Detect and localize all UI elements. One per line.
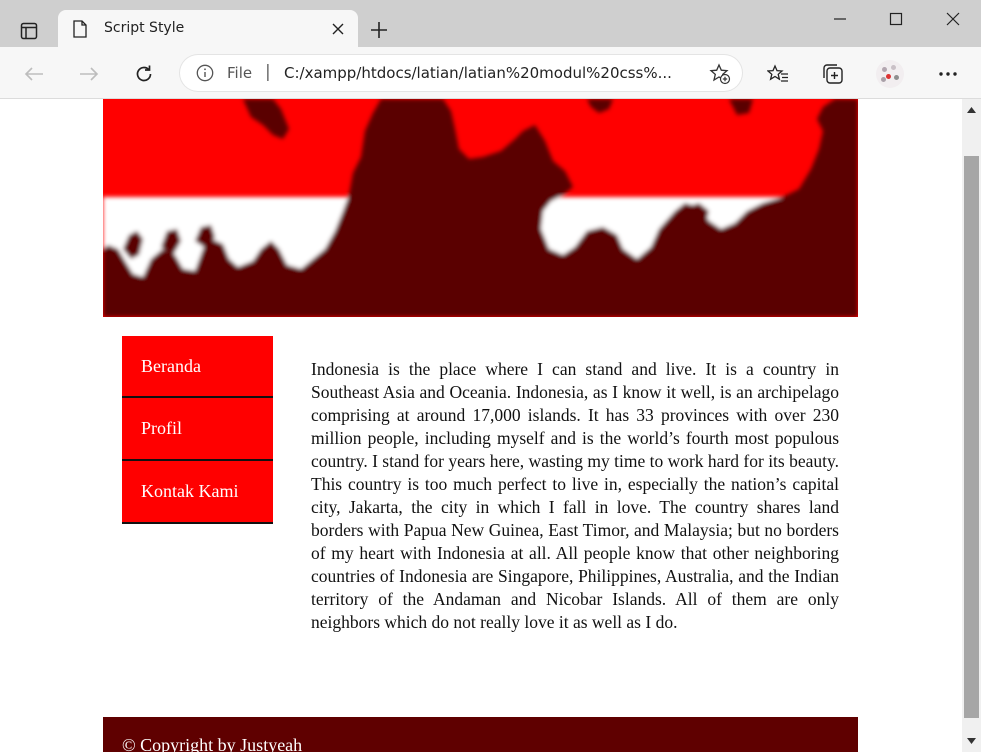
active-tab[interactable]: Script Style (58, 10, 358, 47)
menu-item-profil[interactable]: Profil (122, 398, 273, 461)
scrollbar-thumb[interactable] (964, 156, 979, 718)
tab-close-button[interactable] (328, 19, 348, 39)
favorites-button[interactable] (763, 59, 793, 89)
page-viewport: Beranda Profil Kontak Kami Indonesia is … (0, 99, 962, 752)
forward-button[interactable] (74, 59, 104, 89)
scroll-up-arrow-icon (967, 107, 976, 113)
forward-arrow-icon (80, 67, 99, 81)
more-menu-button[interactable] (933, 59, 963, 89)
minimize-icon (834, 18, 846, 20)
new-tab-button[interactable] (366, 17, 392, 43)
browser-tab-bar: Script Style (0, 0, 981, 47)
side-menu: Beranda Profil Kontak Kami (122, 336, 273, 524)
vertical-scrollbar[interactable] (962, 99, 981, 752)
refresh-button[interactable] (129, 59, 159, 89)
back-arrow-icon (24, 67, 43, 81)
tab-title: Script Style (104, 20, 185, 36)
page-icon (73, 20, 87, 38)
scroll-down-arrow-icon (967, 738, 976, 744)
plus-icon (371, 22, 387, 38)
address-bar[interactable]: File | C:/xampp/htdocs/latian/latian%20m… (180, 55, 742, 91)
window-close-icon (946, 12, 960, 26)
menu-item-beranda[interactable]: Beranda (122, 336, 273, 398)
scroll-down-button[interactable] (962, 730, 981, 752)
add-favorite-icon (709, 63, 731, 85)
address-url[interactable]: C:/xampp/htdocs/latian/latian%20modul%20… (284, 64, 694, 82)
menu-item-kontak-kami[interactable]: Kontak Kami (122, 461, 273, 524)
refresh-icon (136, 65, 152, 82)
maximize-icon (889, 12, 903, 26)
info-icon[interactable] (196, 64, 214, 82)
close-icon (332, 23, 344, 35)
address-separator: | (265, 62, 271, 82)
article-text: Indonesia is the place where I can stand… (311, 359, 839, 632)
profile-avatar (876, 60, 904, 88)
collections-icon (823, 64, 843, 84)
minimize-button[interactable] (817, 5, 863, 33)
profile-button[interactable] (875, 59, 905, 89)
footer-copyright: © Copyright by Justyeah (122, 735, 303, 752)
back-button[interactable] (19, 59, 49, 89)
scroll-up-button[interactable] (962, 99, 981, 121)
file-scheme-label: File (227, 64, 253, 82)
banner-image (103, 99, 858, 317)
more-icon (939, 72, 957, 76)
maximize-button[interactable] (873, 5, 919, 33)
add-favorite-button[interactable] (708, 62, 732, 86)
tab-actions-icon (20, 22, 38, 40)
collections-button[interactable] (818, 59, 848, 89)
page-footer: © Copyright by Justyeah (103, 717, 858, 752)
window-close-button[interactable] (930, 5, 976, 33)
tab-actions-button[interactable] (14, 16, 44, 46)
favorites-icon (767, 64, 788, 82)
browser-toolbar: File | C:/xampp/htdocs/latian/latian%20m… (0, 47, 981, 99)
